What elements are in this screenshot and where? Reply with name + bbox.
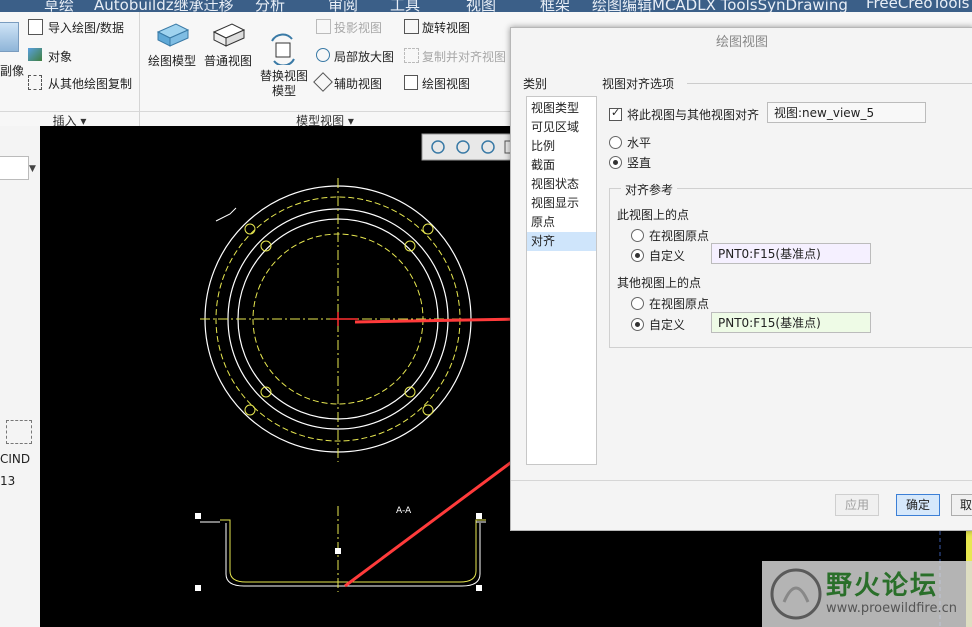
auxiliary-icon xyxy=(313,72,333,92)
ok-button[interactable]: 确定 xyxy=(896,494,940,516)
view-toolbar[interactable] xyxy=(421,133,518,161)
category-origin[interactable]: 原点 xyxy=(527,213,596,232)
chevron-down-icon[interactable]: ▼ xyxy=(29,164,36,174)
vertical-radio[interactable] xyxy=(609,156,622,169)
ribbon-tab-strip: 草绘 Autobuildz继承迁移 分析 审阅 工具 视图 框架 绘图编辑MCA… xyxy=(0,0,972,12)
tab-tools[interactable]: 工具 xyxy=(390,0,420,12)
object-icon xyxy=(28,48,42,61)
this-view-custom-radio[interactable] xyxy=(631,249,644,262)
revolve-icon xyxy=(404,19,419,34)
watermark: 野火论坛 www.proewildfire.cn xyxy=(762,561,972,627)
category-view-state[interactable]: 视图状态 xyxy=(527,175,596,194)
other-view-custom-radio[interactable] xyxy=(631,318,644,331)
tab-analysis[interactable]: 分析 xyxy=(255,0,285,12)
drawing-model-button[interactable]: 绘图模型 xyxy=(144,18,200,69)
align-checkbox-label: 将此视图与其他视图对齐 xyxy=(627,108,760,122)
this-view-title: 此视图上的点 xyxy=(617,208,690,222)
projection-icon xyxy=(316,19,331,34)
other-view-origin-radio[interactable] xyxy=(631,297,644,310)
category-section[interactable]: 截面 xyxy=(527,156,596,175)
import-image-icon[interactable] xyxy=(0,22,19,52)
category-header: 类别 xyxy=(523,77,548,91)
watermark-name: 野火论坛 xyxy=(826,571,939,601)
forum-logo-icon xyxy=(770,568,822,620)
this-view-origin-label: 在视图原点 xyxy=(649,229,710,243)
tab-freecreotools[interactable]: FreeCreoTools xyxy=(866,0,970,12)
apply-button[interactable]: 应用 xyxy=(835,494,879,516)
other-view-title: 其他视图上的点 xyxy=(617,276,702,290)
tab-view[interactable]: 视图 xyxy=(466,0,496,12)
tab-frame[interactable]: 框架 xyxy=(540,0,570,12)
this-view-point-field[interactable]: PNT0:F15(基准点) xyxy=(711,243,871,264)
detail-zoom-icon xyxy=(316,48,330,62)
align-section-title: 视图对齐选项 xyxy=(602,77,675,91)
drawing-model-icon xyxy=(156,23,190,47)
model-tree-label: CIND xyxy=(0,452,31,466)
horizontal-label: 水平 xyxy=(627,136,652,150)
align-checkbox[interactable]: ✓ xyxy=(609,106,622,121)
tab-autobuildz[interactable]: Autobuildz继承迁移 xyxy=(94,0,234,12)
ref-section-title: 对齐参考 xyxy=(621,181,678,198)
section-label: A-A xyxy=(396,506,412,516)
align-view-field[interactable]: 视图:new_view_5 xyxy=(767,102,926,123)
watermark-url: www.proewildfire.cn xyxy=(826,601,957,616)
copy-drawing-icon xyxy=(28,75,42,90)
category-visible-area[interactable]: 可见区域 xyxy=(527,118,596,137)
tab-sketch[interactable]: 草绘 xyxy=(44,0,74,12)
vertical-label: 竖直 xyxy=(627,156,652,170)
general-view-button[interactable]: 普通视图 xyxy=(200,18,256,69)
category-view-type[interactable]: 视图类型 xyxy=(527,99,596,118)
replace-model-icon xyxy=(271,33,295,67)
drawing-view-dialog: 绘图视图 类别 视图类型 可见区域 比例 截面 视图状态 视图显示 原点 对齐 … xyxy=(510,27,972,531)
footer-divider xyxy=(511,480,972,481)
import-doc-icon xyxy=(28,19,43,35)
drawing-view-icon xyxy=(404,75,418,90)
category-alignment[interactable]: 对齐 xyxy=(527,232,596,251)
copy-align-icon xyxy=(404,48,419,63)
tab-review[interactable]: 审阅 xyxy=(328,0,358,12)
general-view-icon xyxy=(212,23,246,47)
model-tree-label-2: 13 xyxy=(0,474,16,488)
other-view-origin-label: 在视图原点 xyxy=(649,297,710,311)
dialog-title: 绘图视图 xyxy=(511,28,972,58)
partial-button-label: 副像 xyxy=(0,64,25,78)
list-view-icon[interactable] xyxy=(0,156,29,180)
horizontal-radio[interactable] xyxy=(609,136,622,149)
replace-view-model-button[interactable]: 替换视图 模型 xyxy=(256,18,312,114)
left-panel: ▼ CIND 13 xyxy=(0,126,41,627)
this-view-custom-label: 自定义 xyxy=(649,249,686,263)
category-scale[interactable]: 比例 xyxy=(527,137,596,156)
this-view-origin-radio[interactable] xyxy=(631,229,644,242)
category-view-display[interactable]: 视图显示 xyxy=(527,194,596,213)
cancel-button[interactable]: 取 xyxy=(951,494,972,516)
category-list[interactable]: 视图类型 可见区域 比例 截面 视图状态 视图显示 原点 对齐 xyxy=(526,96,597,465)
other-view-custom-label: 自定义 xyxy=(649,318,686,332)
other-view-point-field[interactable]: PNT0:F15(基准点) xyxy=(711,312,871,333)
group-divider xyxy=(139,12,140,126)
tab-mcadlx[interactable]: 绘图编辑MCADLX ToolsSynDrawing xyxy=(592,0,848,12)
grid-select-icon[interactable] xyxy=(6,420,32,444)
section-view-drawing xyxy=(195,506,486,592)
section-divider xyxy=(687,83,972,84)
